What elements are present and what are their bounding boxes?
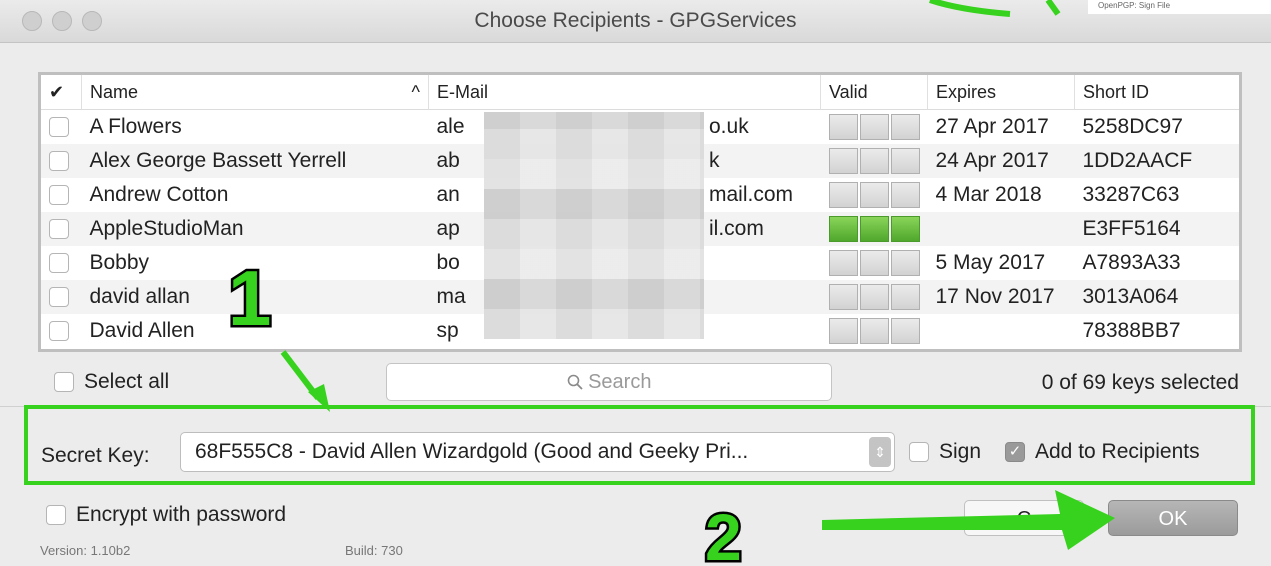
row-short-id: E3FF5164 [1074, 212, 1239, 246]
search-icon [567, 374, 583, 390]
row-short-id: 5258DC97 [1082, 115, 1183, 138]
step2-annotation: 2 [705, 500, 742, 566]
row-checkbox[interactable] [49, 117, 69, 138]
sort-ascending-icon: ^ [411, 81, 420, 102]
row-email-end: k [709, 149, 720, 172]
secret-key-value: 68F555C8 - David Allen Wizardgold (Good … [195, 440, 749, 463]
build-label: Build: 730 [345, 543, 403, 558]
encrypt-with-password-checkbox[interactable]: Encrypt with password [46, 503, 286, 527]
row-email-start: an [436, 183, 460, 206]
row-short-id: 1DD2AACF [1074, 144, 1239, 178]
validity-indicator [828, 148, 920, 174]
header-expires[interactable]: Expires [927, 75, 1075, 110]
row-expires: 27 Apr 2017 [935, 115, 1049, 138]
background-window-snippet: OpenPGP: Sign File [1088, 0, 1271, 14]
row-short-id: 33287C63 [1082, 183, 1180, 206]
row-name: David Allen [89, 319, 195, 342]
search-field[interactable]: Search [386, 363, 832, 401]
row-expires [928, 314, 1075, 348]
row-checkbox-cell[interactable] [41, 178, 82, 212]
header-name[interactable]: Name ^ [81, 75, 429, 110]
row-name: david allan [81, 280, 429, 314]
row-email-end: o.uk [709, 115, 749, 138]
row-name: AppleStudioMan [81, 212, 429, 246]
validity-indicator [828, 216, 920, 242]
row-expires: 4 Mar 2018 [935, 183, 1042, 206]
select-all-checkbox[interactable]: Select all [54, 370, 169, 394]
add-to-recipients-checkbox[interactable]: ✓ Add to Recipients [1005, 440, 1200, 464]
sign-box[interactable] [909, 442, 929, 462]
row-email-start: ab [436, 149, 460, 172]
pixelated-redaction [484, 112, 704, 339]
row-expires [927, 212, 1075, 246]
validity-indicator [828, 284, 920, 310]
row-checkbox-cell[interactable] [41, 246, 82, 280]
row-email-end: il.com [709, 217, 764, 240]
popup-arrows-icon: ⇕ [869, 437, 891, 467]
row-valid [820, 144, 928, 178]
select-all-label: Select all [84, 370, 170, 393]
row-valid [820, 280, 928, 314]
ok-button[interactable]: OK [1108, 500, 1238, 536]
row-checkbox[interactable] [49, 151, 69, 172]
header-valid[interactable]: Valid [820, 75, 928, 110]
header-name-label: Name [90, 81, 139, 102]
window-title: Choose Recipients - GPGServices [474, 9, 797, 32]
encrypt-label: Encrypt with password [76, 503, 287, 526]
row-name: Alex George Bassett Yerrell [81, 144, 429, 178]
row-email-start: ap [436, 217, 460, 240]
row-checkbox[interactable] [49, 287, 69, 308]
row-valid [821, 246, 928, 280]
select-all-box[interactable] [54, 372, 74, 392]
row-checkbox-cell[interactable] [41, 110, 82, 145]
secret-key-label: Secret Key: [41, 444, 150, 467]
row-short-id: 3013A064 [1074, 280, 1239, 314]
row-short-id: A7893A33 [1082, 251, 1181, 274]
arrow-step1-line [280, 350, 321, 400]
row-email-start: ma [436, 285, 466, 308]
secret-key-popup[interactable]: 68F555C8 - David Allen Wizardgold (Good … [180, 432, 895, 472]
row-checkbox[interactable] [49, 321, 69, 342]
row-email-start: sp [436, 319, 459, 342]
sign-checkbox[interactable]: Sign [909, 440, 981, 464]
search-placeholder: Search [588, 371, 652, 393]
validity-indicator [828, 250, 920, 276]
row-checkbox-cell[interactable] [41, 280, 82, 314]
key-count-label: 0 of 69 keys selected [1041, 371, 1239, 394]
row-email-start: ale [436, 115, 465, 138]
row-checkbox-cell[interactable] [41, 212, 82, 246]
row-name: Bobby [89, 251, 150, 274]
validity-indicator [828, 182, 920, 208]
validity-indicator [828, 318, 920, 344]
row-checkbox[interactable] [49, 185, 69, 206]
row-name: A Flowers [89, 115, 182, 138]
row-checkbox[interactable] [49, 219, 69, 240]
row-expires: 5 May 2017 [935, 251, 1046, 274]
row-checkbox[interactable] [49, 253, 69, 274]
row-valid [821, 110, 928, 145]
version-label: Version: 1.10b2 [40, 543, 131, 558]
add-to-recipients-label: Add to Recipients [1035, 440, 1200, 463]
row-valid [821, 314, 928, 348]
title-bar: Choose Recipients - GPGServices [0, 0, 1271, 43]
header-check[interactable]: ✔ [41, 75, 82, 110]
row-checkbox-cell[interactable] [41, 144, 82, 178]
row-expires: 24 Apr 2017 [927, 144, 1075, 178]
add-to-recipients-box[interactable]: ✓ [1005, 442, 1025, 462]
header-email[interactable]: E-Mail [428, 75, 821, 110]
row-valid [821, 178, 928, 212]
row-checkbox-cell[interactable] [41, 314, 82, 348]
sign-label: Sign [939, 440, 982, 463]
validity-indicator [828, 114, 920, 140]
row-email-end: mail.com [709, 183, 794, 206]
header-short-id[interactable]: Short ID [1074, 75, 1239, 110]
row-expires: 17 Nov 2017 [927, 280, 1075, 314]
row-short-id: 78388BB7 [1082, 319, 1181, 342]
encrypt-box[interactable] [46, 505, 66, 525]
row-email-start: bo [436, 251, 460, 274]
row-valid [820, 212, 928, 246]
cancel-button[interactable]: C [964, 500, 1084, 536]
row-name: Andrew Cotton [89, 183, 229, 206]
